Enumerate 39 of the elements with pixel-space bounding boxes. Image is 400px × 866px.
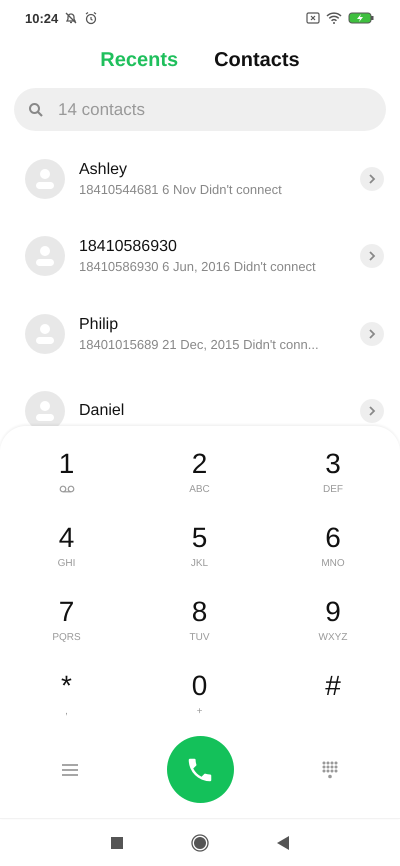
home-nav-icon[interactable] bbox=[191, 834, 209, 852]
dialpad-icon[interactable] bbox=[322, 760, 338, 778]
chevron-icon[interactable] bbox=[360, 322, 384, 346]
dial-key[interactable]: 9 WXYZ bbox=[266, 596, 400, 658]
dial-key[interactable]: * , bbox=[0, 670, 133, 732]
alarm-icon bbox=[84, 11, 98, 25]
status-time: 10:24 bbox=[25, 10, 58, 26]
wifi-icon bbox=[326, 12, 342, 24]
call-detail: 18410586930 6 Jun, 2016 Didn't connect bbox=[79, 259, 317, 274]
dial-key[interactable]: 1 bbox=[0, 448, 133, 510]
dial-key[interactable]: 6 MNO bbox=[266, 522, 400, 584]
chevron-icon[interactable] bbox=[360, 399, 384, 424]
dial-key[interactable]: 5 JKL bbox=[133, 522, 266, 584]
chevron-icon[interactable] bbox=[360, 244, 384, 268]
menu-icon[interactable] bbox=[61, 762, 79, 776]
dial-key[interactable]: # bbox=[266, 670, 400, 732]
contact-name: Daniel bbox=[79, 402, 126, 420]
voicemail-icon bbox=[58, 485, 74, 493]
contact-name: Philip bbox=[79, 316, 120, 334]
contact-name: Ashley bbox=[79, 160, 128, 179]
dial-key[interactable]: 8 TUV bbox=[133, 596, 266, 658]
recents-nav-icon[interactable] bbox=[111, 836, 123, 848]
contact-name: 18410586930 bbox=[79, 238, 178, 256]
bell-muted-icon bbox=[64, 11, 78, 25]
call-detail: 18410544681 6 Nov Didn't connect bbox=[79, 182, 283, 197]
search-icon bbox=[28, 102, 44, 118]
tab[interactable]: Contacts bbox=[214, 44, 300, 76]
search-field[interactable]: 14 contacts bbox=[56, 98, 372, 120]
dial-key[interactable]: 2 ABC bbox=[133, 448, 266, 510]
battery-charging-icon bbox=[348, 12, 374, 24]
dial-key[interactable]: 3 DEF bbox=[266, 448, 400, 510]
search-bar[interactable]: 14 contacts bbox=[14, 88, 386, 131]
chevron-icon[interactable] bbox=[360, 166, 384, 191]
back-nav-icon[interactable] bbox=[277, 836, 289, 850]
call-detail: 18401015689 21 Dec, 2015 Didn't conn... bbox=[79, 336, 320, 352]
dial-key[interactable]: 7 PQRS bbox=[0, 596, 133, 658]
dial-key[interactable]: 4 GHI bbox=[0, 522, 133, 584]
dial-key[interactable]: 0 + bbox=[133, 670, 266, 732]
sim-off-icon bbox=[306, 12, 320, 24]
